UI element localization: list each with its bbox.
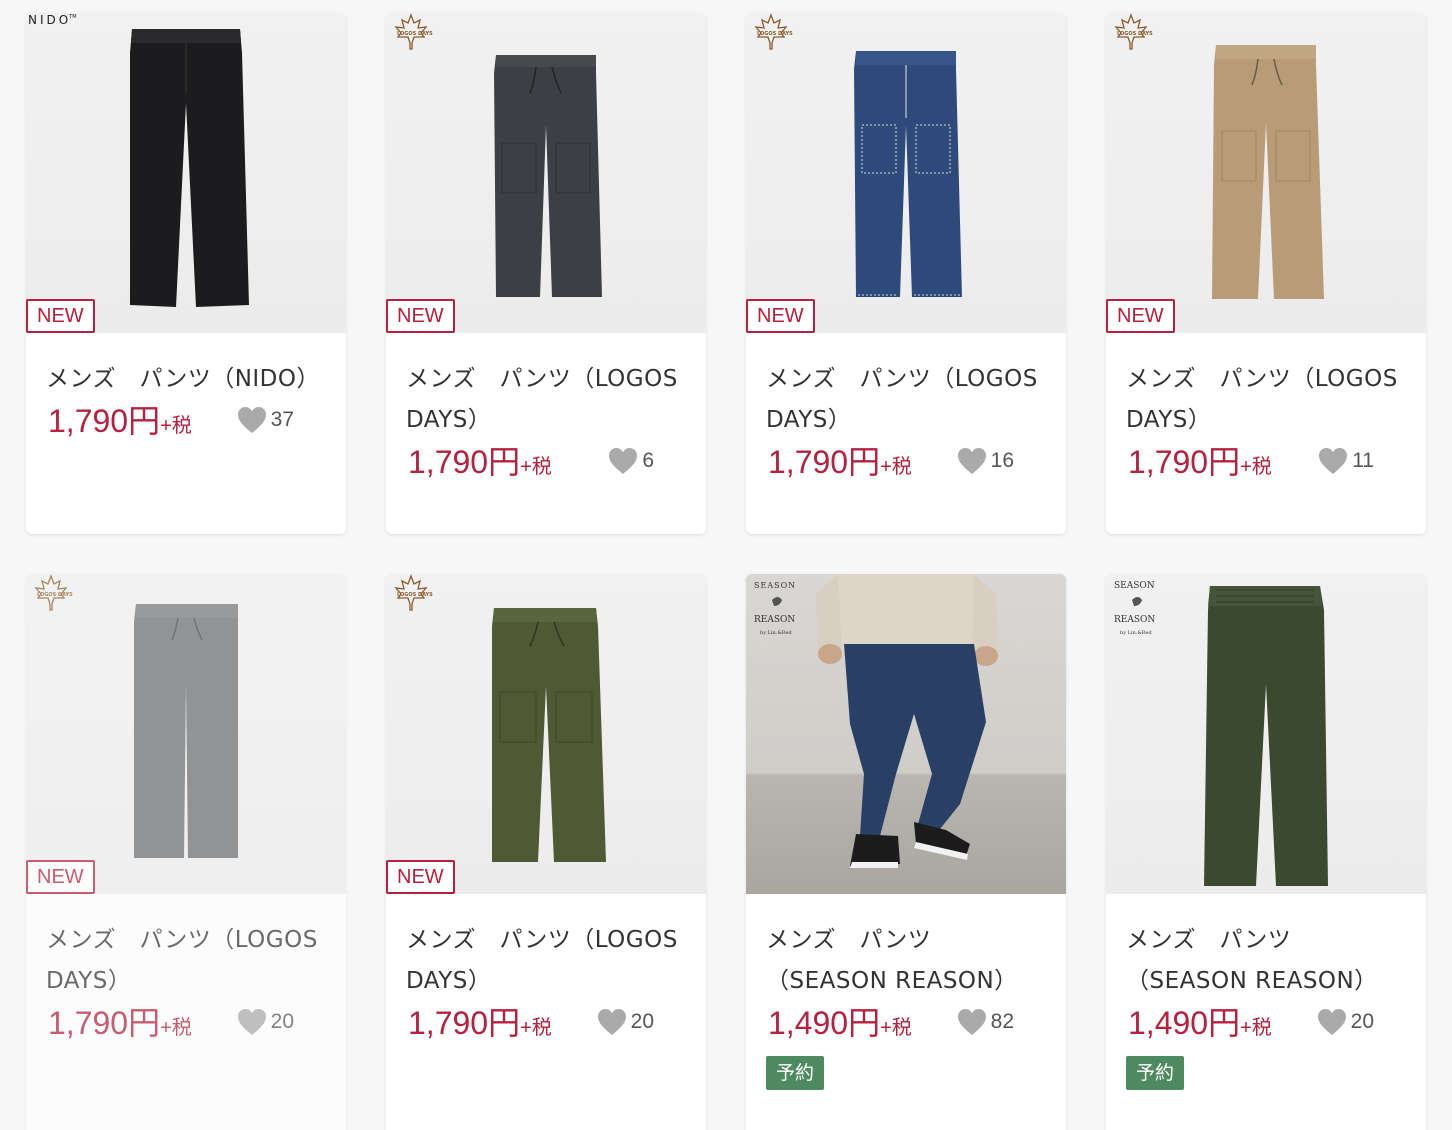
heart-icon bbox=[957, 448, 986, 474]
product-image[interactable]: LOGOS DAYS NEW bbox=[26, 574, 346, 894]
product-price: 1,790円+税 bbox=[48, 403, 192, 439]
heart-icon bbox=[597, 1009, 626, 1035]
new-badge: NEW bbox=[26, 860, 95, 894]
product-title[interactable]: メンズ パンツ（LOGOS DAYS） bbox=[406, 359, 686, 441]
heart-icon bbox=[237, 1009, 266, 1035]
like-count: 11 bbox=[1352, 449, 1374, 472]
product-card[interactable]: LOGOS DAYS NEW メンズ パンツ（LOGOS DAYS） 1,790… bbox=[386, 13, 706, 534]
product-price: 1,790円+税 bbox=[768, 444, 912, 480]
new-badge: NEW bbox=[746, 299, 815, 333]
product-title[interactable]: メンズ パンツ（NIDO） bbox=[46, 359, 326, 400]
new-badge: NEW bbox=[386, 299, 455, 333]
product-image[interactable]: SEASON REASON by Lin.&Red bbox=[746, 574, 1066, 894]
product-card[interactable]: LOGOS DAYS NEW メンズ パンツ（LOGOS DAYS） 1,790… bbox=[746, 13, 1066, 534]
new-badge: NEW bbox=[26, 299, 95, 333]
pants-photo bbox=[492, 608, 606, 862]
product-card[interactable]: SEASON REASON by Lin.&Red メンズ パンツ（SEASON… bbox=[1106, 574, 1426, 1130]
brand-logo: LOGOS DAYS bbox=[26, 574, 76, 614]
like-button[interactable]: 11 bbox=[1318, 447, 1374, 475]
product-card[interactable]: LOGOS DAYS NEW メンズ パンツ（LOGOS DAYS） 1,790… bbox=[386, 574, 706, 1130]
bird-icon: SEASON REASON bbox=[754, 581, 796, 625]
svg-text:REASON: REASON bbox=[754, 615, 795, 625]
svg-text:SEASON: SEASON bbox=[1114, 581, 1155, 591]
like-button[interactable]: 6 bbox=[608, 447, 654, 475]
heart-icon bbox=[609, 448, 638, 474]
svg-text:REASON: REASON bbox=[1114, 615, 1155, 625]
product-image[interactable]: LOGOS DAYS NEW bbox=[386, 13, 706, 333]
product-title[interactable]: メンズ パンツ（LOGOS DAYS） bbox=[766, 359, 1046, 441]
like-count: 37 bbox=[270, 408, 294, 431]
brand-logo: LOGOS DAYS bbox=[746, 13, 796, 53]
product-card[interactable]: SEASON REASON by Lin.&Red メンズ パンツ（SEASON… bbox=[746, 574, 1066, 1130]
product-price: 1,790円+税 bbox=[1128, 444, 1272, 480]
product-price: 1,790円+税 bbox=[48, 1005, 192, 1041]
pants-photo bbox=[134, 604, 238, 858]
like-count: 82 bbox=[990, 1010, 1014, 1033]
product-price: 1,490円+税 bbox=[1128, 1005, 1272, 1041]
product-title[interactable]: メンズ パンツ（LOGOS DAYS） bbox=[406, 920, 686, 1002]
product-price: 1,490円+税 bbox=[768, 1005, 912, 1041]
brand-logo: SEASON REASON by Lin.&Red bbox=[1110, 576, 1162, 640]
like-count: 20 bbox=[270, 1010, 294, 1033]
product-price: 1,790円+税 bbox=[408, 444, 552, 480]
product-image[interactable]: LOGOS DAYS NEW bbox=[1106, 13, 1426, 333]
pants-photo bbox=[130, 29, 249, 307]
reserve-badge: 予約 bbox=[766, 1056, 825, 1090]
svg-text:SEASON: SEASON bbox=[754, 581, 796, 590]
heart-icon bbox=[237, 407, 266, 433]
heart-icon bbox=[1317, 1009, 1346, 1035]
like-button[interactable]: 82 bbox=[957, 1008, 1014, 1036]
brand-logo: NIDOTM bbox=[28, 13, 77, 27]
product-card[interactable]: LOGOS DAYS NEW メンズ パンツ（LOGOS DAYS） 1,790… bbox=[1106, 13, 1426, 534]
product-grid: NIDOTM NEW メンズ パンツ（NIDO） 1,790円+税 37 LOG… bbox=[0, 0, 1452, 1130]
brand-logo: SEASON REASON by Lin.&Red bbox=[750, 576, 802, 640]
heart-icon bbox=[957, 1009, 986, 1035]
heart-icon bbox=[1319, 448, 1348, 474]
like-count: 20 bbox=[630, 1010, 654, 1033]
like-button[interactable]: 20 bbox=[237, 1008, 294, 1036]
like-count: 6 bbox=[642, 449, 654, 472]
brand-logo: LOGOS DAYS bbox=[1106, 13, 1156, 53]
like-count: 20 bbox=[1350, 1010, 1374, 1033]
product-title[interactable]: メンズ パンツ（LOGOS DAYS） bbox=[1126, 359, 1406, 441]
product-price: 1,790円+税 bbox=[408, 1005, 552, 1041]
product-image[interactable]: NIDOTM NEW bbox=[26, 13, 346, 333]
product-image[interactable]: SEASON REASON by Lin.&Red bbox=[1106, 574, 1426, 894]
pants-photo bbox=[854, 51, 962, 297]
reserve-badge: 予約 bbox=[1126, 1056, 1185, 1090]
bird-icon: SEASON REASON bbox=[1114, 581, 1155, 625]
like-button[interactable]: 20 bbox=[597, 1008, 654, 1036]
product-card[interactable]: NIDOTM NEW メンズ パンツ（NIDO） 1,790円+税 37 bbox=[26, 13, 346, 534]
like-count: 16 bbox=[990, 449, 1014, 472]
like-button[interactable]: 20 bbox=[1317, 1008, 1374, 1036]
like-button[interactable]: 16 bbox=[957, 447, 1014, 475]
product-image[interactable]: LOGOS DAYS NEW bbox=[386, 574, 706, 894]
pants-photo bbox=[494, 55, 602, 297]
new-badge: NEW bbox=[1106, 299, 1175, 333]
product-card[interactable]: LOGOS DAYS NEW メンズ パンツ（LOGOS DAYS） 1,790… bbox=[26, 574, 346, 1130]
product-image[interactable]: LOGOS DAYS NEW bbox=[746, 13, 1066, 333]
product-title[interactable]: メンズ パンツ（SEASON REASON） bbox=[766, 920, 1046, 1002]
like-button[interactable]: 37 bbox=[237, 406, 294, 434]
brand-logo: LOGOS DAYS bbox=[386, 13, 436, 53]
product-title[interactable]: メンズ パンツ（LOGOS DAYS） bbox=[46, 920, 326, 1002]
pants-photo bbox=[1212, 45, 1324, 299]
new-badge: NEW bbox=[386, 860, 455, 894]
brand-logo: LOGOS DAYS bbox=[386, 574, 436, 614]
product-title[interactable]: メンズ パンツ（SEASON REASON） bbox=[1126, 920, 1406, 1002]
